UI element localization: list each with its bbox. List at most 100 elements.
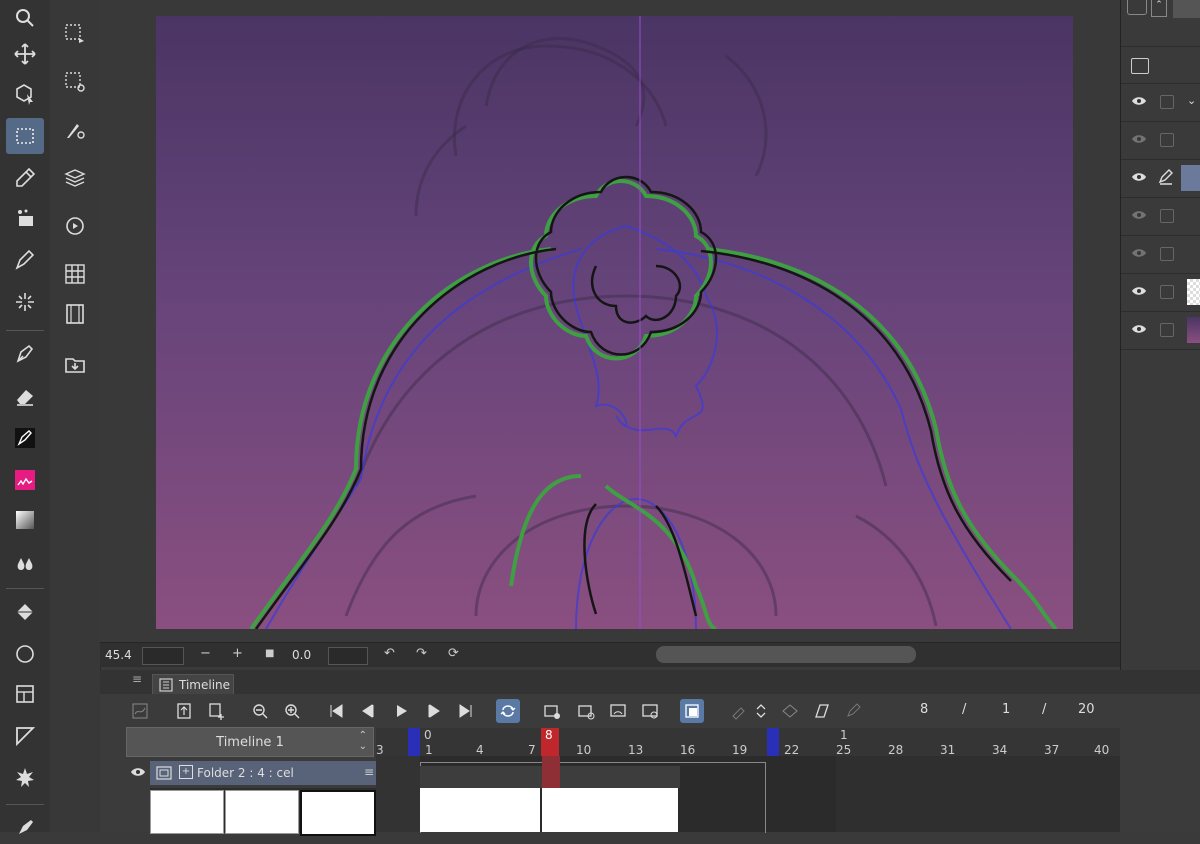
- layer-row[interactable]: [1121, 122, 1200, 160]
- layer-list-icon[interactable]: [1131, 58, 1149, 74]
- brush-settings-button[interactable]: [56, 112, 94, 148]
- loop-toggle[interactable]: [496, 699, 520, 723]
- gradient-tool[interactable]: [6, 502, 44, 538]
- keyframe-stepper[interactable]: [754, 699, 768, 723]
- playhead-marker[interactable]: 8: [541, 728, 559, 756]
- frame-tool[interactable]: [6, 676, 44, 712]
- cel-thumbnail[interactable]: [150, 790, 224, 834]
- rotation-slider[interactable]: [328, 647, 368, 665]
- rotation-value[interactable]: 0.0: [292, 648, 311, 662]
- layer-checkbox[interactable]: [1160, 285, 1174, 299]
- canvas-area[interactable]: [100, 0, 1120, 642]
- current-frame-value[interactable]: 8: [920, 702, 928, 717]
- film-button[interactable]: [56, 296, 94, 332]
- eye-icon[interactable]: [1131, 247, 1147, 259]
- effect-tool[interactable]: [6, 760, 44, 796]
- layer-checkbox[interactable]: [1160, 133, 1174, 147]
- eyedropper-tool[interactable]: [6, 160, 44, 196]
- timeline-name-select[interactable]: Timeline 1 ⌃ ⌄: [126, 727, 374, 757]
- timeline-zoom-out-button[interactable]: [248, 699, 272, 723]
- horizontal-scrollbar[interactable]: [656, 646, 916, 663]
- zoom-out-button[interactable]: −: [200, 646, 211, 661]
- drawing-canvas[interactable]: [156, 16, 1073, 629]
- previous-frame-button[interactable]: [356, 699, 380, 723]
- end-frame-value[interactable]: 20: [1078, 702, 1095, 717]
- fountain-pen-tool[interactable]: [6, 336, 44, 372]
- shape-tool[interactable]: [6, 636, 44, 672]
- brush-tool[interactable]: [6, 420, 44, 456]
- rotate-left-button[interactable]: ↶: [384, 646, 395, 661]
- zoom-tool[interactable]: [6, 0, 44, 36]
- eye-icon[interactable]: [1131, 95, 1147, 107]
- panel-menu-icon[interactable]: ≡: [132, 672, 142, 686]
- zoom-slider[interactable]: [142, 647, 184, 665]
- layer-checkbox[interactable]: [1160, 95, 1174, 109]
- light-table-button[interactable]: [638, 699, 662, 723]
- layer-mode-stepper[interactable]: ⌃: [1151, 0, 1167, 17]
- eye-icon[interactable]: [130, 766, 146, 781]
- move-tool[interactable]: [6, 36, 44, 72]
- rotate-right-button[interactable]: ↷: [416, 646, 427, 661]
- new-animation-folder-button[interactable]: [172, 699, 196, 723]
- layer-row[interactable]: [1121, 198, 1200, 236]
- play-button[interactable]: [389, 699, 413, 723]
- animation-folder-row[interactable]: + Folder 2 : 4 : cel ≡: [150, 761, 376, 785]
- pen-tool[interactable]: [6, 242, 44, 278]
- select-settings-button[interactable]: [56, 64, 94, 100]
- folder-menu-icon[interactable]: ≡: [364, 765, 374, 779]
- eye-icon[interactable]: [1131, 323, 1147, 335]
- cel-specify-button[interactable]: [574, 699, 598, 723]
- track-cel[interactable]: [542, 788, 610, 832]
- assign-cel-button[interactable]: [540, 699, 564, 723]
- reset-rotation-button[interactable]: ⟳: [448, 646, 459, 661]
- fps-value[interactable]: 1: [1002, 702, 1010, 717]
- layer-row[interactable]: ⌄: [1121, 84, 1200, 122]
- layer-row-selected[interactable]: [1121, 160, 1200, 198]
- range-end-marker[interactable]: [767, 728, 779, 756]
- lasso-select-button[interactable]: [56, 16, 94, 52]
- fill-tool[interactable]: [6, 594, 44, 630]
- stepper-icon[interactable]: ⌃ ⌄: [359, 730, 367, 752]
- timeline-track[interactable]: [376, 756, 1120, 833]
- ease-button[interactable]: [810, 699, 834, 723]
- layer-checkbox[interactable]: [1160, 323, 1174, 337]
- cel-thumbnail[interactable]: [225, 790, 299, 834]
- layer-row[interactable]: [1121, 312, 1200, 350]
- layer-checkbox[interactable]: [1160, 247, 1174, 261]
- ruler-tool[interactable]: [6, 718, 44, 754]
- layer-row[interactable]: [1121, 274, 1200, 312]
- grid-button[interactable]: [56, 256, 94, 292]
- first-frame-button[interactable]: [324, 699, 348, 723]
- new-cel-button[interactable]: [204, 699, 228, 723]
- blend-tool[interactable]: [6, 544, 44, 580]
- eye-icon[interactable]: [1131, 133, 1147, 145]
- expand-chevron-icon[interactable]: ⌄: [1187, 94, 1196, 107]
- timeline-zoom-in-button[interactable]: [280, 699, 304, 723]
- next-frame-button[interactable]: [422, 699, 446, 723]
- decoration-tool[interactable]: [6, 462, 44, 498]
- range-start-marker[interactable]: [408, 728, 420, 756]
- fit-button[interactable]: ■: [265, 648, 274, 659]
- object-tool[interactable]: [6, 76, 44, 112]
- zoom-value[interactable]: 45.4: [105, 648, 132, 662]
- onion-skin-button[interactable]: [606, 699, 630, 723]
- layer-property-field[interactable]: [1173, 0, 1200, 18]
- eye-icon[interactable]: [1131, 285, 1147, 297]
- last-frame-button[interactable]: [454, 699, 478, 723]
- layer-checkbox[interactable]: [1160, 209, 1174, 223]
- cel-thumbnail-selected[interactable]: [300, 790, 376, 836]
- frame-ruler[interactable]: 3 0 8 1 1 4 7 10 13 16 19 22 25 28 31 34…: [376, 728, 1120, 757]
- graph-button[interactable]: [128, 699, 152, 723]
- text-tool[interactable]: [6, 808, 44, 844]
- track-cel[interactable]: [472, 788, 540, 832]
- eye-icon[interactable]: [1131, 209, 1147, 221]
- rotate-view-button[interactable]: [56, 208, 94, 244]
- track-cel[interactable]: [610, 788, 678, 832]
- import-button[interactable]: [56, 346, 94, 382]
- expand-folder-icon[interactable]: +: [179, 765, 193, 779]
- selection-tool[interactable]: [6, 118, 44, 154]
- auto-select-tool[interactable]: [6, 200, 44, 236]
- eye-icon[interactable]: [1131, 171, 1147, 183]
- zoom-in-button[interactable]: +: [232, 646, 243, 661]
- eraser-tool[interactable]: [6, 378, 44, 414]
